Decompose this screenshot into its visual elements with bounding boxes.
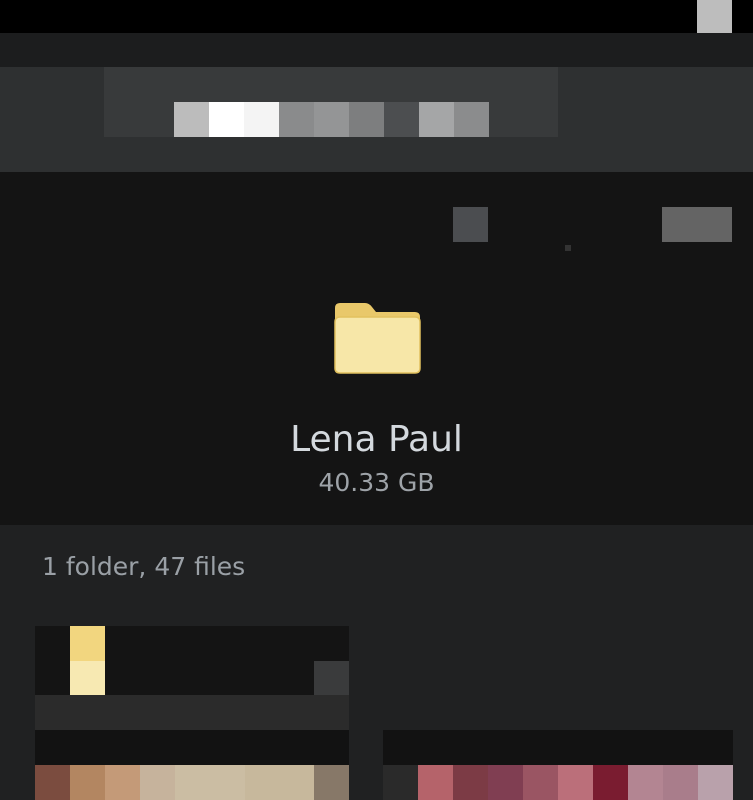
file-tile[interactable] bbox=[383, 730, 733, 800]
thumbnail-blur bbox=[70, 765, 105, 800]
thumbnail-blur bbox=[418, 765, 453, 800]
path-field-blur bbox=[454, 102, 489, 137]
thumbnail-blur bbox=[593, 765, 628, 800]
more-options-button[interactable] bbox=[662, 207, 732, 242]
path-field-blur bbox=[349, 102, 384, 137]
thumbnail-blur bbox=[175, 765, 245, 800]
status-bar bbox=[0, 0, 753, 33]
item-count: 1 folder, 47 files bbox=[42, 552, 246, 581]
path-field-blur bbox=[174, 102, 209, 137]
thumbnail-blur bbox=[628, 765, 663, 800]
thumbnail-blur bbox=[140, 765, 175, 800]
path-field-blur bbox=[244, 102, 279, 137]
divider-dot bbox=[565, 245, 571, 251]
thumbnail-blur bbox=[314, 765, 349, 800]
folder-thumb-blur bbox=[70, 626, 105, 661]
thumbnail-blur bbox=[35, 765, 70, 800]
status-spacer bbox=[0, 33, 753, 67]
folder-tile-caption bbox=[35, 695, 349, 730]
folder-thumb-blur bbox=[70, 661, 105, 695]
folder-icon bbox=[331, 300, 423, 376]
thumbnail-blur bbox=[488, 765, 523, 800]
folder-size: 40.33 GB bbox=[318, 468, 435, 497]
folder-tile-menu-icon[interactable] bbox=[314, 661, 349, 695]
path-field[interactable] bbox=[104, 67, 558, 137]
thumbnail-blur bbox=[523, 765, 558, 800]
thumbnail-blur bbox=[245, 765, 315, 800]
path-field-blur bbox=[314, 102, 349, 137]
file-tile[interactable] bbox=[35, 730, 349, 800]
path-field-blur bbox=[384, 102, 419, 137]
thumbnail-blur bbox=[383, 765, 418, 800]
folder-title: Lena Paul bbox=[290, 419, 463, 460]
path-field-blur bbox=[209, 102, 244, 137]
status-indicator bbox=[697, 0, 732, 33]
path-field-blur bbox=[419, 102, 454, 137]
path-field-blur bbox=[279, 102, 314, 137]
thumbnail-blur bbox=[698, 765, 733, 800]
thumbnail-blur bbox=[453, 765, 488, 800]
share-button[interactable] bbox=[453, 207, 488, 242]
thumbnail-blur bbox=[558, 765, 593, 800]
thumbnail-blur bbox=[663, 765, 698, 800]
thumbnail-blur bbox=[105, 765, 140, 800]
